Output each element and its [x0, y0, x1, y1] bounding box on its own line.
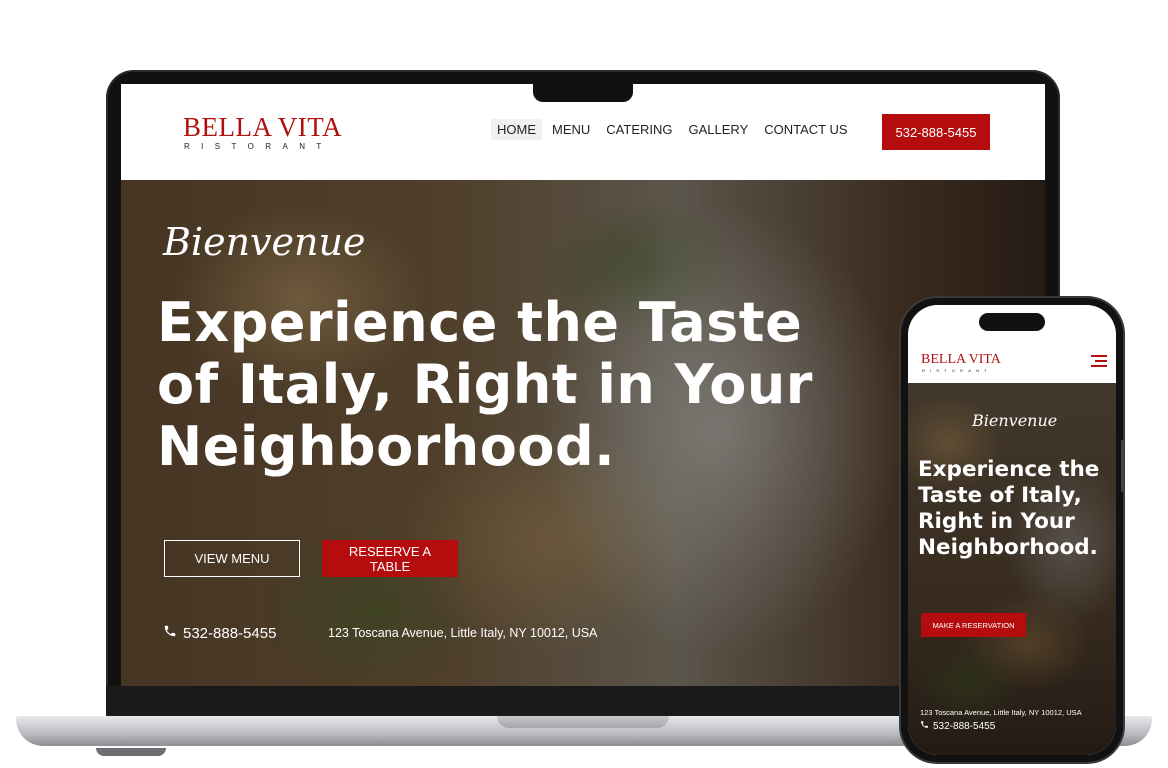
mobile-logo-tagline: RISTORANT	[922, 368, 992, 373]
hero-heading: Experience the Taste of Italy, Right in …	[157, 291, 813, 478]
mobile-address: 123 Toscana Avenue, Little Italy, NY 100…	[920, 708, 1082, 717]
logo-tagline: RISTORANT	[184, 142, 333, 151]
camera-notch	[533, 84, 633, 102]
mobile-hero-section: Bienvenue Experience the Taste of Italy,…	[908, 383, 1116, 755]
make-reservation-button[interactable]: MAKE A RESERVATION	[921, 613, 1026, 637]
nav-gallery[interactable]: GALLERY	[683, 119, 755, 140]
nav-contact-us[interactable]: CONTACT US	[758, 119, 853, 140]
view-menu-button[interactable]: VIEW MENU	[164, 540, 300, 577]
dynamic-island	[979, 313, 1045, 331]
phone-side-button	[1121, 440, 1124, 492]
hamburger-menu-icon[interactable]	[1091, 355, 1107, 367]
nav-menu[interactable]: MENU	[546, 119, 596, 140]
hero-script-title: Bienvenue	[163, 220, 366, 264]
hero-phone-number: 532-888-5455	[183, 624, 277, 642]
mobile-phone[interactable]: 532-888-5455	[920, 720, 995, 732]
mobile-hero-heading: Experience the Taste of Italy, Right in …	[918, 457, 1100, 560]
phone-icon	[920, 720, 929, 732]
nav-home[interactable]: HOME	[491, 119, 542, 140]
logo[interactable]: BELLA VITA	[183, 112, 342, 143]
phone-screen: BELLA VITA RISTORANT Bienvenue Experienc…	[908, 305, 1116, 755]
hero-phone[interactable]: 532-888-5455	[163, 624, 276, 642]
hero-address: 123 Toscana Avenue, Little Italy, NY 100…	[328, 626, 598, 640]
main-nav: HOME MENU CATERING GALLERY CONTACT US	[491, 119, 854, 140]
nav-catering[interactable]: CATERING	[600, 119, 678, 140]
mobile-hero-overlay	[908, 383, 1116, 755]
laptop-foot-left	[96, 748, 166, 756]
reserve-table-button[interactable]: RESEERVE A TABLE	[322, 540, 458, 577]
mobile-script-title: Bienvenue	[972, 411, 1058, 430]
mobile-logo[interactable]: BELLA VITA	[921, 352, 1001, 368]
phone-icon	[163, 624, 177, 642]
mobile-phone-number: 532-888-5455	[933, 720, 996, 732]
header-phone-button[interactable]: 532-888-5455	[882, 114, 990, 150]
laptop-base-groove	[497, 716, 669, 728]
